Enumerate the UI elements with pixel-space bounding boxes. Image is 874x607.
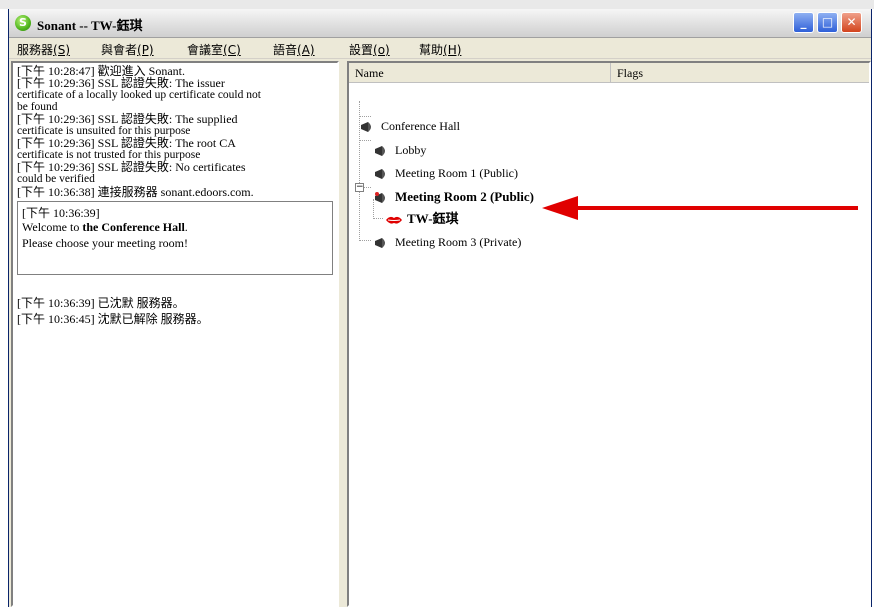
tree-root-conference-hall[interactable]: Conference Hall	[359, 116, 460, 136]
menu-voice[interactable]: 語音(A)	[273, 41, 315, 58]
log-line: [下午 10:29:36] SSL 認證失敗: The issuer	[17, 76, 225, 90]
tree-room-meeting-1[interactable]: Meeting Room 1 (Public)	[373, 163, 518, 183]
menu-voice-label: 語音	[273, 43, 298, 57]
tree-room-lobby[interactable]: Lobby	[373, 140, 426, 160]
channel-tree-pane[interactable]: Name Flags Conference Hall Lobby Meeting…	[347, 61, 871, 607]
welcome-suffix: .	[184, 220, 188, 234]
tree-connector	[373, 218, 383, 219]
minimize-button[interactable]: _	[793, 12, 814, 33]
log-line: [下午 10:29:36] SSL 認證失敗: No certificates	[17, 160, 246, 174]
welcome-instruction: Please choose your meeting room!	[22, 236, 188, 250]
tree-user-tw[interactable]: TW-鈺琪	[385, 209, 459, 229]
megaphone-icon	[375, 169, 385, 180]
welcome-line: Welcome to the Conference Hall.	[22, 220, 188, 235]
log-pane[interactable]: [下午 10:28:47] 歡迎進入 Sonant. [下午 10:29:36]…	[11, 61, 339, 607]
tree-label: Conference Hall	[381, 119, 460, 133]
window-title: Sonant -- TW-鈺琪	[37, 18, 143, 33]
menu-help-key: (H)	[443, 43, 462, 57]
column-header-flags[interactable]: Flags	[611, 63, 869, 83]
menu-settings-key: (o)	[373, 43, 390, 57]
welcome-prefix: Welcome to	[22, 220, 83, 234]
megaphone-icon	[361, 122, 371, 133]
menu-server-label: 服務器	[17, 43, 54, 57]
tree-label: Meeting Room 2 (Public)	[395, 189, 535, 204]
title-bar[interactable]: S Sonant -- TW-鈺琪 _ □ ✕	[9, 9, 871, 38]
megaphone-icon	[375, 192, 385, 204]
menu-voice-key: (A)	[297, 43, 315, 57]
megaphone-icon	[375, 238, 385, 249]
menu-participants[interactable]: 與會者(P)	[101, 41, 154, 58]
lips-icon	[386, 217, 402, 224]
welcome-bold: the Conference Hall	[82, 220, 185, 234]
app-window: S Sonant -- TW-鈺琪 _ □ ✕ 服務器(S) 與會者(P) 會議…	[8, 9, 872, 607]
maximize-button[interactable]: □	[817, 12, 838, 33]
menu-settings-label: 設置	[349, 43, 374, 57]
welcome-message-box: [下午 10:36:39] Welcome to the Conference …	[17, 201, 333, 275]
red-arrow-annotation	[542, 196, 858, 220]
log-line: [下午 10:36:39] 已沈默 服務器。	[17, 296, 185, 310]
log-line: [下午 10:29:36] SSL 認證失敗: The supplied	[17, 112, 238, 126]
close-button[interactable]: ✕	[841, 12, 862, 33]
menu-help-label: 幫助	[419, 43, 444, 57]
tree-label: Meeting Room 3 (Private)	[395, 235, 522, 249]
menu-server[interactable]: 服務器(S)	[17, 41, 70, 58]
menu-conference-key: (C)	[223, 43, 241, 57]
tree-label: Lobby	[395, 143, 427, 157]
log-line: [下午 10:36:45] 沈默已解除 服務器。	[17, 312, 209, 326]
tree-connector	[359, 240, 371, 241]
log-line: [下午 10:29:36] SSL 認證失敗: The root CA	[17, 136, 236, 150]
tree-label: TW-鈺琪	[407, 211, 459, 226]
menu-server-key: (S)	[53, 43, 70, 57]
menu-participants-label: 與會者	[101, 43, 138, 57]
sonant-logo-icon: S	[15, 15, 31, 31]
log-line: [下午 10:36:38] 連接服務器 sonant.edoors.com.	[17, 185, 254, 199]
menu-bar: 服務器(S) 與會者(P) 會議室(C) 語音(A) 設置(o) 幫助(H)	[9, 38, 871, 59]
menu-settings[interactable]: 設置(o)	[349, 41, 390, 58]
menu-conference[interactable]: 會議室(C)	[187, 41, 241, 58]
tree-connector	[359, 140, 371, 141]
menu-participants-key: (P)	[137, 43, 154, 57]
message-time: [下午 10:36:39]	[22, 206, 100, 220]
tree-room-meeting-2[interactable]: Meeting Room 2 (Public)	[373, 187, 534, 207]
pane-splitter[interactable]	[339, 61, 347, 607]
background-strip	[0, 0, 874, 9]
tree-room-meeting-3[interactable]: Meeting Room 3 (Private)	[373, 232, 521, 252]
tree-label: Meeting Room 1 (Public)	[395, 166, 518, 180]
collapse-toggle[interactable]: −	[355, 183, 364, 192]
menu-help[interactable]: 幫助(H)	[419, 41, 461, 58]
megaphone-icon	[375, 146, 385, 157]
log-line: could be verified	[17, 173, 95, 185]
column-header-name[interactable]: Name	[349, 63, 611, 83]
log-line: certificate of a locally looked up certi…	[17, 89, 261, 101]
menu-conference-label: 會議室	[187, 43, 224, 57]
